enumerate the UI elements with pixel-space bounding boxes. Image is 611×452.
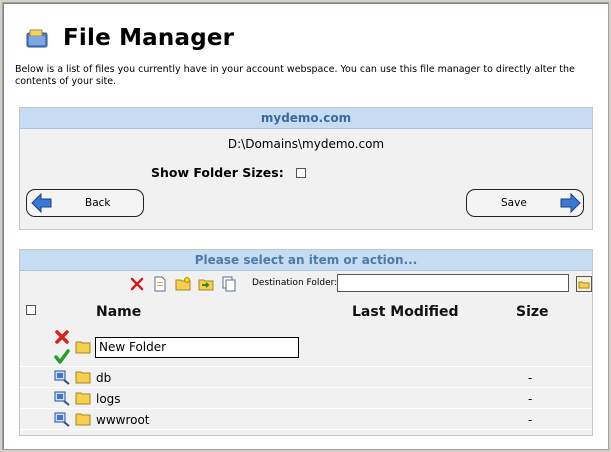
show-folder-sizes-checkbox[interactable] xyxy=(295,167,306,178)
folder-icon xyxy=(75,341,91,354)
back-button[interactable]: Back xyxy=(26,189,144,217)
save-button[interactable]: Save xyxy=(466,189,584,217)
new-folder-name-input[interactable]: New Folder xyxy=(95,337,299,358)
back-button-label: Back xyxy=(85,197,111,209)
move-icon[interactable] xyxy=(198,276,214,292)
action-panel: Please select an item or action... Desti… xyxy=(19,249,593,436)
file-size: - xyxy=(528,371,533,385)
save-button-label: Save xyxy=(501,197,527,209)
table-row[interactable]: wwwroot - xyxy=(20,409,592,430)
folder-icon xyxy=(75,413,91,426)
destination-folder-label: Destination Folder: xyxy=(252,278,338,288)
red-x-icon[interactable] xyxy=(54,329,70,345)
right-arrow-icon xyxy=(560,193,581,213)
edit-properties-icon[interactable] xyxy=(54,369,70,385)
new-file-icon[interactable] xyxy=(152,276,168,292)
intro-text: Below is a list of files you currently h… xyxy=(15,64,575,87)
delete-icon[interactable] xyxy=(129,276,145,292)
site-panel-heading: mydemo.com xyxy=(20,108,592,129)
file-name[interactable]: db xyxy=(96,371,111,385)
column-size[interactable]: Size xyxy=(516,304,549,320)
left-arrow-icon xyxy=(31,193,52,213)
action-panel-heading: Please select an item or action... xyxy=(20,250,592,271)
table-row[interactable]: logs - xyxy=(20,388,592,409)
file-name[interactable]: logs xyxy=(96,392,121,406)
table-header: Name Last Modified Size xyxy=(20,302,592,326)
site-panel: mydemo.com D:\Domains\mydemo.com Show Fo… xyxy=(19,107,593,230)
file-size: - xyxy=(528,413,533,427)
copy-icon[interactable] xyxy=(221,276,237,292)
select-all-checkbox[interactable] xyxy=(26,305,36,315)
site-path: D:\Domains\mydemo.com xyxy=(227,137,385,151)
folder-briefcase-icon xyxy=(26,29,48,48)
folder-browse-icon[interactable] xyxy=(576,276,592,292)
file-size: - xyxy=(528,392,533,406)
file-name[interactable]: wwwroot xyxy=(96,413,150,427)
folder-icon xyxy=(75,371,91,384)
page-header: File Manager xyxy=(25,23,234,53)
show-folder-sizes-label: Show Folder Sizes: xyxy=(151,165,284,180)
column-name[interactable]: Name xyxy=(96,304,141,320)
table-row[interactable]: db - xyxy=(20,367,592,388)
column-last-modified[interactable]: Last Modified xyxy=(352,304,459,320)
new-folder-row: New Folder xyxy=(20,328,592,367)
new-folder-icon[interactable] xyxy=(175,276,191,292)
file-toolbar: Destination Folder: xyxy=(20,274,592,294)
edit-properties-icon[interactable] xyxy=(54,390,70,406)
edit-properties-icon[interactable] xyxy=(54,411,70,427)
folder-icon xyxy=(75,392,91,405)
file-manager-window: File Manager Below is a list of files yo… xyxy=(2,2,609,450)
show-folder-sizes: Show Folder Sizes: xyxy=(151,165,306,180)
green-check-icon[interactable] xyxy=(54,349,70,365)
page-title: File Manager xyxy=(63,25,235,51)
destination-folder-input[interactable] xyxy=(337,274,569,292)
